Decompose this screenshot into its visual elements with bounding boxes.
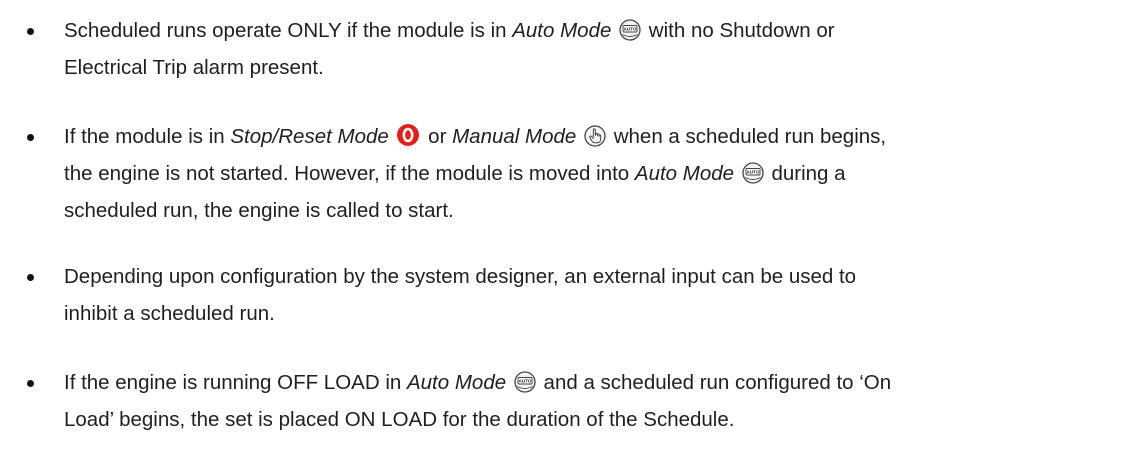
- bullet-dot: [27, 28, 34, 35]
- svg-text:AUTO: AUTO: [746, 170, 759, 175]
- svg-text:AUTO: AUTO: [518, 379, 531, 384]
- text-segment: scheduled run, the engine is called to s…: [64, 199, 454, 222]
- text-segment: inhibit a scheduled run.: [64, 302, 275, 325]
- text-segment: Scheduled runs operate ONLY if the modul…: [64, 19, 513, 42]
- bullet-dot: [27, 380, 34, 387]
- text-segment: or: [422, 125, 453, 148]
- text-segment: when a scheduled run begins,: [608, 125, 887, 148]
- mode-name: Manual Mode: [452, 125, 577, 148]
- text-segment: the engine is not started. However, if t…: [64, 162, 635, 185]
- mode-name: Auto Mode: [512, 19, 612, 42]
- bullet-text: If the module is in Stop/Reset Mode or M…: [64, 118, 1139, 229]
- text-segment: and a scheduled run configured to ‘On: [537, 371, 892, 394]
- manual-mode-icon: [584, 125, 606, 147]
- bullet-dot: [27, 274, 34, 281]
- bullet-text: Depending upon configuration by the syst…: [64, 258, 1139, 332]
- bullet-text: If the engine is running OFF LOAD in Aut…: [64, 364, 1139, 438]
- text-segment: with no Shutdown or: [643, 19, 835, 42]
- text-segment: Load’ begins, the set is placed ON LOAD …: [64, 408, 735, 431]
- mode-name: Auto Mode: [634, 162, 735, 185]
- auto-mode-icon: AUTO: [514, 371, 536, 393]
- svg-text:AUTO: AUTO: [624, 27, 637, 32]
- mode-name: Auto Mode: [406, 371, 507, 394]
- auto-mode-icon: AUTO: [619, 19, 641, 41]
- auto-mode-icon: AUTO: [742, 162, 764, 184]
- text-segment: during a: [765, 162, 846, 185]
- bullet-dot: [27, 134, 34, 141]
- text-segment: If the engine is running OFF LOAD in: [64, 371, 407, 394]
- text-segment: Electrical Trip alarm present.: [64, 56, 324, 79]
- stop-reset-icon: [396, 123, 420, 147]
- mode-name: Stop/Reset Mode: [230, 125, 389, 148]
- text-segment: Depending upon configuration by the syst…: [64, 265, 857, 288]
- bullet-text: Scheduled runs operate ONLY if the modul…: [64, 12, 1139, 86]
- text-segment: If the module is in: [64, 125, 231, 148]
